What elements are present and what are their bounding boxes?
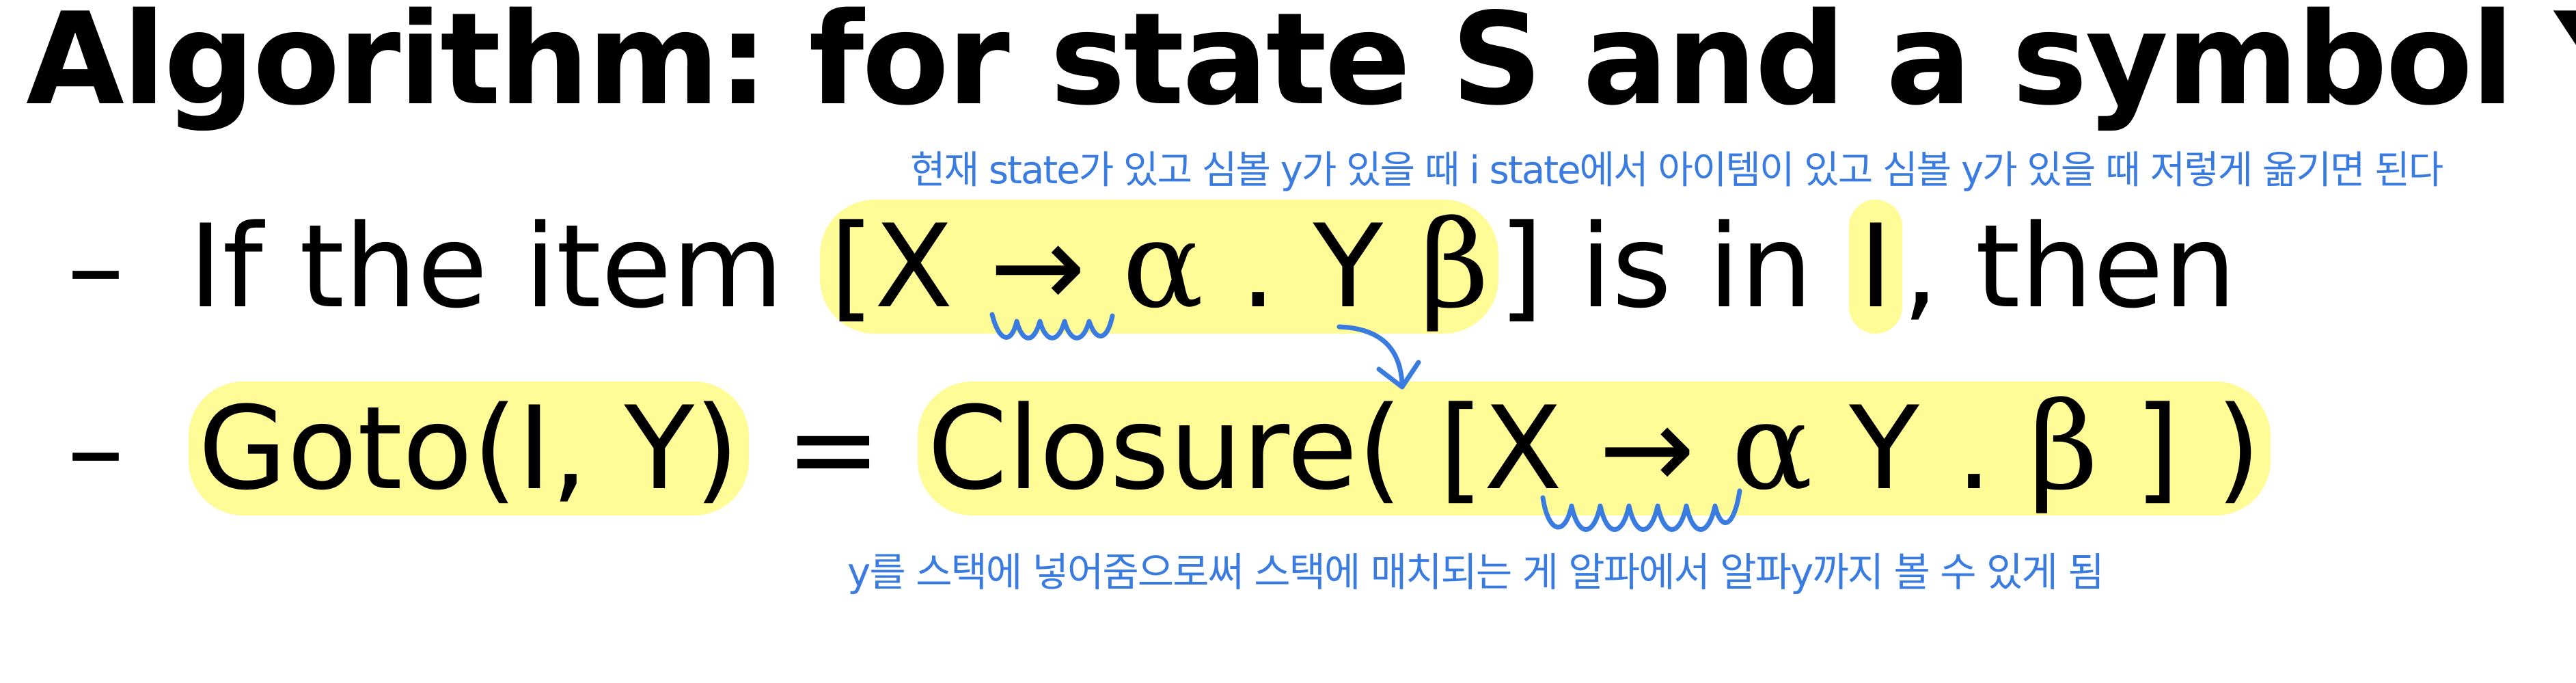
- arrow-symbol: →: [1562, 381, 1731, 515]
- dot-y: . Y: [1203, 200, 1420, 334]
- bullet-dash: –: [67, 381, 124, 515]
- curved-arrow: [1337, 324, 1405, 386]
- beta-symbol: β: [2029, 377, 2098, 517]
- bullet-goto-definition: – Goto(I, Y) = Closure( [X → α Y . β ] ): [67, 381, 2271, 515]
- slide-title: Algorithm: for state S and a symbol Y: [26, 0, 2576, 133]
- closure-open: Closure( [X: [927, 381, 1563, 515]
- closure-close: ] ): [2098, 381, 2261, 515]
- handwritten-note-bottom: y를 스택에 넣어줌으로써 스택에 매치되는 게 알파에서 알파y까지 볼 수 …: [847, 549, 2105, 595]
- arrow-symbol: →: [953, 200, 1123, 334]
- bullet-1-suffix: , then: [1902, 200, 2236, 334]
- highlighted-set-i: I: [1849, 200, 1902, 334]
- bullet-item-rule: – If the item [X → α . Y β] is in I, then: [67, 200, 2236, 334]
- highlighted-closure: Closure( [X → α Y . β ] ): [918, 381, 2271, 515]
- handwritten-note-top: 현재 state가 있고 심볼 y가 있을 때 i state에서 아이템이 있…: [910, 148, 2443, 193]
- equals-sign: =: [748, 381, 918, 515]
- highlighted-goto: Goto(I, Y): [189, 381, 749, 515]
- item-open: [X: [830, 200, 953, 334]
- bullet-1-middle: is in: [1543, 200, 1850, 334]
- y-dot: Y .: [1812, 381, 2029, 515]
- item-close: ]: [1498, 200, 1544, 334]
- beta-symbol: β: [1419, 195, 1490, 335]
- alpha-symbol: α: [1731, 377, 1813, 517]
- bullet-dash: –: [67, 200, 124, 334]
- bullet-1-prefix: If the item: [189, 200, 821, 334]
- highlighted-item: [X → α . Y β: [820, 200, 1499, 334]
- alpha-symbol: α: [1122, 195, 1204, 335]
